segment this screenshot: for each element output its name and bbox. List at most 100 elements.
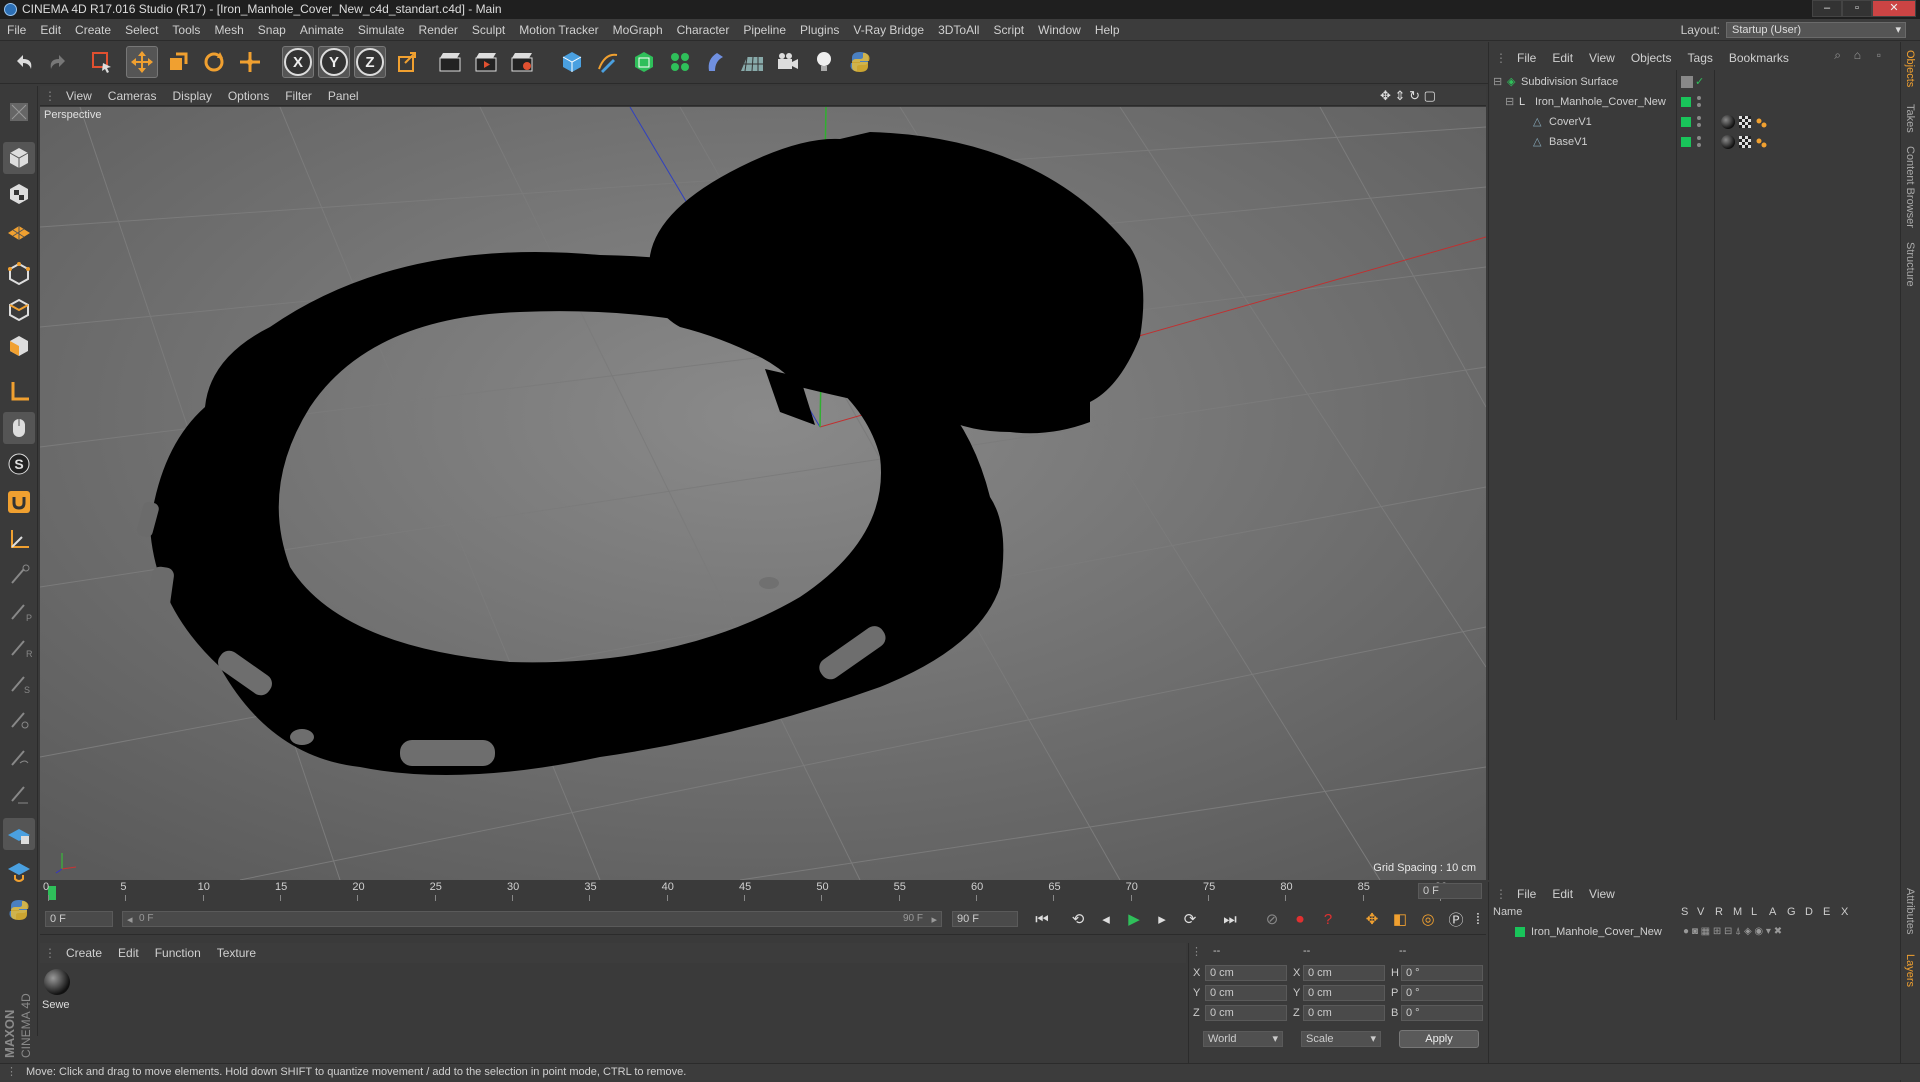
maximize-view-icon[interactable]: ▢ [1424,88,1436,103]
object-row-iron-manhole-cover-new[interactable]: ⊟ L Iron_Manhole_Cover_New [1489,92,1901,112]
minimize-button[interactable]: – [1812,0,1842,17]
workplane-axis-button[interactable] [3,856,35,888]
key-rotation-button[interactable]: ◎ [1416,907,1440,931]
previous-frame-button[interactable]: ◂ [1094,907,1118,931]
tool-slot-3[interactable]: R [3,632,35,664]
lm-menu-file[interactable]: File [1509,884,1544,904]
live-selection-button[interactable] [86,46,118,78]
tool-slot-1[interactable] [3,560,35,592]
key-scale-button[interactable]: ◧ [1388,907,1412,931]
make-editable-button[interactable] [3,96,35,128]
object-row-coverv1[interactable]: △ CoverV1 [1489,112,1901,132]
points-mode-button[interactable] [3,258,35,290]
scale-tool-button[interactable] [162,46,194,78]
om-menu-bookmarks[interactable]: Bookmarks [1721,48,1797,68]
tool-slot-4[interactable]: S [3,668,35,700]
column-m[interactable]: M [1733,906,1742,918]
menu-help[interactable]: Help [1088,19,1127,41]
rotation-b-field[interactable]: 0 ° [1401,1005,1483,1021]
column-x[interactable]: X [1841,906,1848,918]
menu-sculpt[interactable]: Sculpt [465,19,512,41]
end-frame-field[interactable]: 90 F [952,911,1018,927]
close-button[interactable]: ✕ [1872,0,1916,17]
render-view-button[interactable] [434,46,466,78]
editor-visibility-dot[interactable] [1697,136,1701,140]
play-button[interactable]: ▶ [1122,907,1146,931]
position-y-field[interactable]: 0 cm [1205,985,1287,1001]
render-visibility-dot[interactable] [1697,103,1701,107]
tool-slot-7[interactable] [3,778,35,810]
add-camera-button[interactable] [772,46,804,78]
material-name[interactable]: Sewe [42,999,70,1011]
expand-icon[interactable]: ⊟ [1505,92,1514,112]
coordinate-space-dropdown[interactable]: World ▾ [1203,1031,1283,1047]
tool-slot-5[interactable] [3,704,35,736]
column-r[interactable]: R [1715,906,1723,918]
side-tab-attributes[interactable]: Attributes [1904,888,1916,934]
next-key-button[interactable]: ⟳ [1178,907,1202,931]
mat-menu-function[interactable]: Function [147,943,209,963]
search-icon[interactable]: ⌕ [1834,48,1841,63]
coordinate-system-button[interactable] [392,46,424,78]
phong-tag-icon[interactable] [1755,136,1767,148]
mat-menu-texture[interactable]: Texture [209,943,264,963]
column-e[interactable]: E [1823,906,1830,918]
uvw-tag-icon[interactable] [1739,136,1751,148]
menu-mograph[interactable]: MoGraph [606,19,670,41]
viewport-menu-view[interactable]: View [58,86,100,106]
tool-slot-2[interactable]: P [3,596,35,628]
playhead-marker[interactable] [48,886,56,900]
side-tab-structure[interactable]: Structure [1904,242,1916,287]
menu-pipeline[interactable]: Pipeline [736,19,793,41]
timeline-ruler[interactable]: 051015202530354045505560657075808590 0 F [40,880,1486,902]
side-tab-objects[interactable]: Objects [1904,50,1916,87]
menu-snap[interactable]: Snap [251,19,293,41]
object-row-basev1[interactable]: △ BaseV1 [1489,132,1901,152]
om-menu-objects[interactable]: Objects [1623,48,1680,68]
home-icon[interactable]: ⌂ [1854,48,1861,62]
workplane-lock-button[interactable] [3,818,35,850]
column-name[interactable]: Name [1493,906,1522,918]
side-tab-content-browser[interactable]: Content Browser [1904,146,1916,228]
material-tag-icon[interactable] [1721,115,1735,129]
rotation-h-field[interactable]: 0 ° [1401,965,1483,981]
om-menu-view[interactable]: View [1581,48,1623,68]
magnet-button[interactable] [3,486,35,518]
motion-record-button[interactable]: ⊘ [1260,907,1284,931]
viewport-menu-display[interactable]: Display [164,86,219,106]
menu-window[interactable]: Window [1031,19,1088,41]
add-spline-button[interactable] [592,46,624,78]
column-d[interactable]: D [1805,906,1813,918]
rotate-tool-button[interactable] [198,46,230,78]
size-z-field[interactable]: 0 cm [1303,1005,1385,1021]
side-tab-takes[interactable]: Takes [1904,104,1916,133]
phong-tag-icon[interactable] [1755,116,1767,128]
menu-tools[interactable]: Tools [165,19,207,41]
go-to-end-button[interactable]: ⏭ [1218,907,1242,931]
auto-keying-button[interactable]: ? [1316,907,1340,931]
uvw-tag-icon[interactable] [1739,116,1751,128]
lm-menu-view[interactable]: View [1581,884,1623,904]
texture-mode-button[interactable] [3,178,35,210]
undo-button[interactable] [8,46,40,78]
edges-mode-button[interactable] [3,294,35,326]
column-l[interactable]: L [1751,906,1757,918]
next-frame-button[interactable]: ▸ [1150,907,1174,931]
record-active-button[interactable]: ⏺ [1288,907,1312,931]
perspective-viewport[interactable]: Perspective Grid Spacing : 10 cm [40,107,1486,880]
add-nurbs-button[interactable] [628,46,660,78]
menu-character[interactable]: Character [670,19,737,41]
tool-slot-6[interactable] [3,742,35,774]
axis-mode-button[interactable] [3,376,35,408]
menu-select[interactable]: Select [118,19,165,41]
menu-script[interactable]: Script [986,19,1031,41]
viewport-menu-filter[interactable]: Filter [277,86,320,106]
column-a[interactable]: A [1769,906,1776,918]
tweak-mode-button[interactable] [3,412,35,444]
move-tool-button[interactable] [126,46,158,78]
position-x-field[interactable]: 0 cm [1205,965,1287,981]
menu-create[interactable]: Create [68,19,118,41]
y-axis-lock-button[interactable]: Y [318,46,350,78]
previous-key-button[interactable]: ⟲ [1066,907,1090,931]
render-picture-viewer-button[interactable] [470,46,502,78]
